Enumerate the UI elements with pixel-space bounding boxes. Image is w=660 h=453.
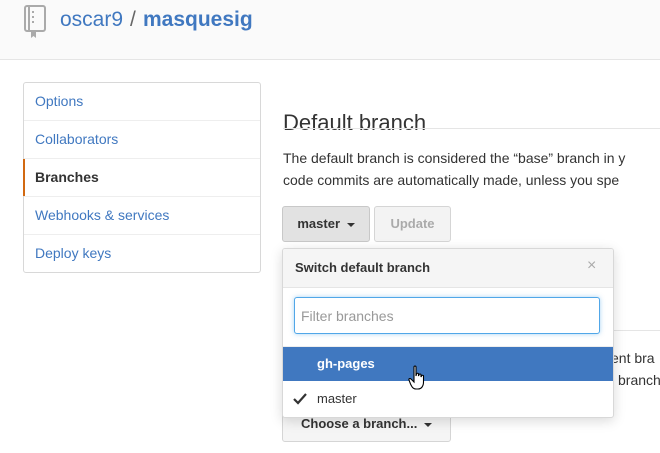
switch-branch-dropdown: Switch default branch × gh-pages master	[282, 248, 614, 418]
description-line-1: The default branch is considered the “ba…	[283, 150, 626, 166]
repo-name-link[interactable]: masquesig	[143, 8, 253, 32]
filter-branches-input[interactable]	[294, 297, 600, 334]
checkmark-icon	[293, 393, 307, 405]
filter-container	[283, 288, 613, 347]
menu-item-collaborators[interactable]: Collaborators	[24, 121, 260, 159]
section-divider	[611, 330, 660, 331]
branch-option-master[interactable]: master	[283, 382, 613, 416]
update-button[interactable]: Update	[374, 206, 451, 242]
caret-down-icon	[346, 222, 355, 227]
close-icon[interactable]: ×	[587, 257, 596, 275]
branch-option-label: master	[317, 391, 357, 406]
branch-select-label: master	[297, 216, 340, 231]
caret-down-icon	[423, 422, 432, 427]
settings-menu: Options Collaborators Branches Webhooks …	[23, 82, 261, 273]
path-separator: /	[130, 8, 136, 31]
dropdown-header: Switch default branch ×	[283, 249, 613, 288]
menu-item-webhooks-services[interactable]: Webhooks & services	[24, 197, 260, 235]
dropdown-title: Switch default branch	[295, 260, 431, 275]
page-title: Default branch	[283, 110, 427, 136]
branch-select-button[interactable]: master	[282, 206, 370, 242]
obscured-line-2: l branch	[611, 372, 660, 388]
repo-owner-link[interactable]: oscar9	[60, 8, 123, 32]
branch-option-label: gh-pages	[317, 356, 375, 371]
repo-header: oscar9 / masquesig	[0, 0, 660, 60]
obscured-description: ent bra l branch	[611, 347, 660, 391]
menu-item-options[interactable]: Options	[24, 83, 260, 121]
menu-item-deploy-keys[interactable]: Deploy keys	[24, 235, 260, 272]
description-line-2: code commits are automatically made, unl…	[283, 172, 620, 188]
title-divider	[283, 128, 660, 129]
obscured-line-1: ent bra	[611, 350, 655, 366]
branch-option-gh-pages[interactable]: gh-pages	[283, 347, 613, 381]
default-branch-description: The default branch is considered the “ba…	[283, 147, 660, 191]
menu-item-branches[interactable]: Branches	[23, 159, 260, 197]
repo-book-icon	[24, 5, 46, 38]
choose-branch-label: Choose a branch...	[301, 416, 418, 431]
